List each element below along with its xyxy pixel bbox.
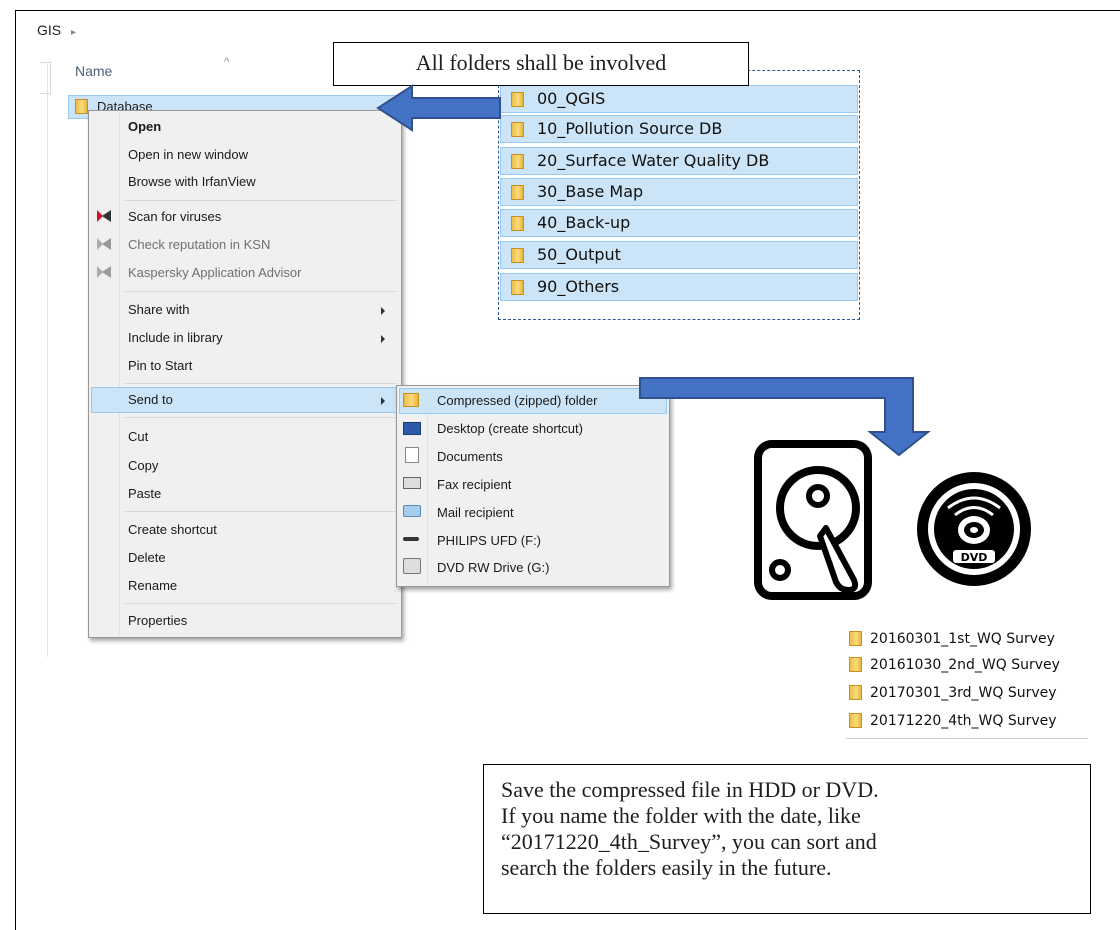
folder-icon bbox=[849, 657, 862, 672]
survey-folder-label: 20170301_3rd_WQ Survey bbox=[870, 685, 1057, 701]
left-arrow bbox=[376, 84, 501, 132]
hard-disk-icon bbox=[754, 440, 872, 600]
callout-line-1: Save the compressed file in HDD or DVD. bbox=[501, 777, 879, 802]
folder-icon bbox=[849, 713, 862, 728]
survey-folder-label: 20161030_2nd_WQ Survey bbox=[870, 657, 1060, 673]
survey-folder-label: 20171220_4th_WQ Survey bbox=[870, 713, 1057, 729]
survey-folder-row[interactable]: 20171220_4th_WQ Survey bbox=[846, 708, 1088, 739]
callout-line-3: “20171220_4th_Survey”, you can sort and bbox=[501, 829, 877, 854]
callout-line-2: If you name the folder with the date, li… bbox=[501, 803, 861, 828]
dvd-icon-label: DVD bbox=[961, 551, 988, 564]
survey-folder-row[interactable]: 20161030_2nd_WQ Survey bbox=[846, 652, 1088, 679]
callout-line-4: search the folders easily in the future. bbox=[501, 855, 832, 880]
dvd-icon: DVD bbox=[917, 472, 1031, 586]
survey-folder-row[interactable]: 20170301_3rd_WQ Survey bbox=[846, 680, 1088, 707]
survey-folder-row[interactable]: 20160301_1st_WQ Survey bbox=[846, 626, 1088, 653]
folder-icon bbox=[849, 631, 862, 646]
folder-icon bbox=[849, 685, 862, 700]
callout-save-instructions: Save the compressed file in HDD or DVD. … bbox=[483, 764, 1091, 914]
survey-folder-label: 20160301_1st_WQ Survey bbox=[870, 631, 1055, 647]
